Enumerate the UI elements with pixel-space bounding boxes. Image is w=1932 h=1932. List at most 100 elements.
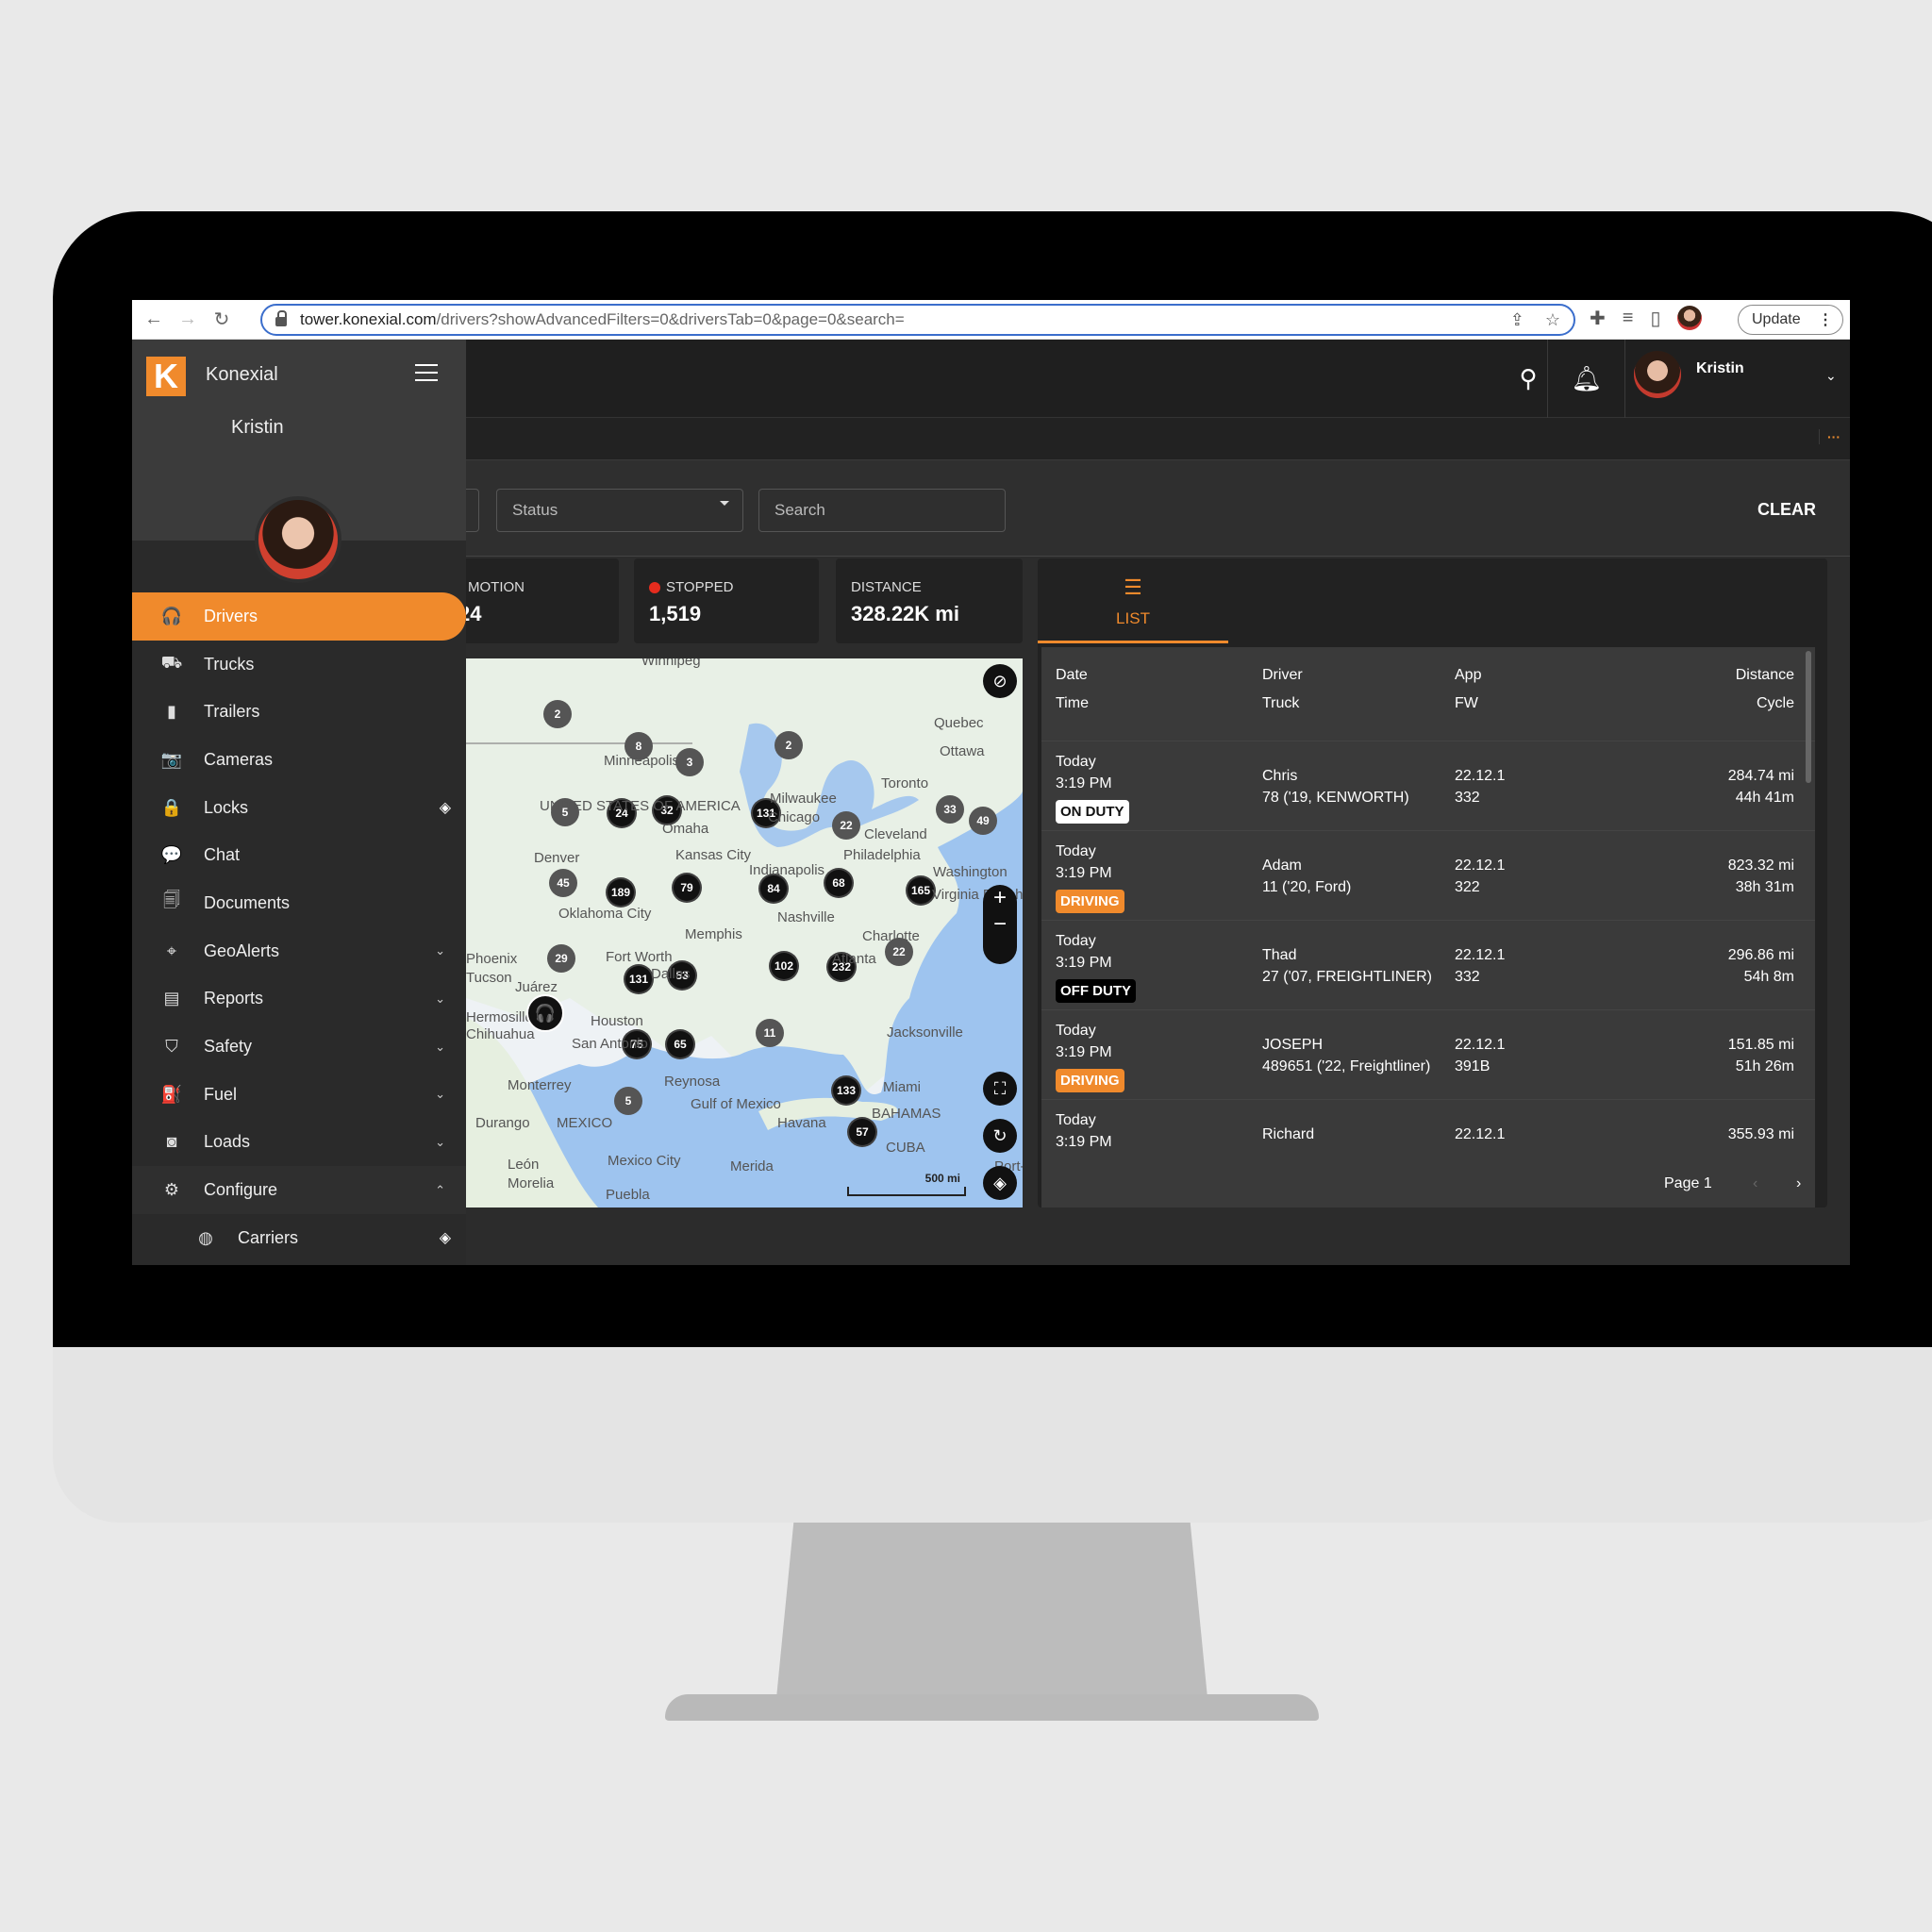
chevron-down-icon[interactable]: ⌄ (435, 991, 445, 1007)
chevron-down-icon[interactable]: ⌄ (1825, 368, 1837, 384)
bookmark-star-icon[interactable]: ☆ (1545, 310, 1560, 330)
table-row[interactable]: Today 3:19 PM DRIVING JOSEPH 489651 ('22… (1041, 1010, 1815, 1100)
row-fw: 332 (1455, 969, 1480, 985)
search-input[interactable]: Search (758, 489, 1006, 532)
fullscreen-icon[interactable]: ⛶ (983, 1072, 1017, 1106)
map-cluster[interactable]: 131 (624, 964, 654, 994)
map-cluster[interactable]: 133 (831, 1075, 861, 1106)
row-app: 22.12.1 (1455, 1037, 1506, 1053)
chevron-down-icon[interactable]: ⌄ (435, 1087, 445, 1102)
brand-name: Konexial (206, 364, 278, 385)
table-row[interactable]: Today 3:19 PM ON DUTY Chris 78 ('19, KEN… (1041, 741, 1815, 831)
extensions-icon[interactable]: ✚ (1590, 307, 1606, 330)
chevron-down-icon[interactable]: ⌄ (435, 1040, 445, 1055)
forward-icon[interactable]: → (175, 308, 200, 330)
zoom-in-button[interactable]: + (983, 885, 1017, 911)
map-base (466, 658, 1023, 1208)
row-date: Today (1056, 933, 1096, 949)
map-cluster[interactable]: 22 (832, 811, 860, 840)
stat-card-motion[interactable]: MOTION 24 (453, 558, 619, 643)
header-time[interactable]: Time (1056, 692, 1089, 714)
more-icon[interactable]: ··· (1819, 429, 1840, 444)
sidebar-item-chat[interactable]: 💬 Chat (132, 831, 466, 879)
media-queue-icon[interactable]: ≡ (1623, 308, 1634, 329)
row-driver[interactable]: Adam (1262, 855, 1302, 876)
map-cluster[interactable]: 3 (675, 748, 704, 776)
header-cycle[interactable]: Cycle (1757, 692, 1794, 714)
header-driver[interactable]: Driver (1262, 664, 1303, 686)
sidebar-item-carriers[interactable]: ◍ Carriers ◈ (132, 1214, 466, 1262)
row-driver[interactable]: Richard (1262, 1124, 1314, 1145)
sidebar-item-trucks[interactable]: ⛟ Trucks (132, 641, 466, 689)
sidebar-item-reports[interactable]: ▤ Reports ⌄ (132, 975, 466, 1024)
reload-icon[interactable]: ↻ (209, 308, 234, 331)
hamburger-menu-icon[interactable] (415, 364, 438, 381)
chevron-down-icon[interactable]: ⌄ (435, 1135, 445, 1150)
map-place-label: Philadelphia (843, 847, 921, 863)
zoom-control: + − (983, 885, 1017, 964)
map-cluster[interactable]: 33 (936, 795, 964, 824)
map-cluster[interactable]: 5 (614, 1087, 642, 1115)
map-cluster[interactable]: 11 (756, 1019, 784, 1047)
user-name[interactable]: Kristin (1696, 360, 1744, 377)
map-cluster[interactable]: 2 (774, 731, 803, 759)
prev-page-button[interactable]: ‹ (1753, 1175, 1757, 1192)
status-select[interactable]: Status (496, 489, 743, 532)
header-truck[interactable]: Truck (1262, 692, 1299, 714)
table-row[interactable]: Today 3:19 PM OFF DUTY Thad 27 ('07, FRE… (1041, 921, 1815, 1010)
next-page-button[interactable]: › (1796, 1175, 1801, 1192)
map-cluster[interactable]: 49 (969, 807, 997, 835)
header-distance[interactable]: Distance (1736, 664, 1794, 686)
chevron-down-icon[interactable]: ⌄ (435, 943, 445, 958)
sidebar-item-trailers[interactable]: ▮ Trailers (132, 688, 466, 736)
chevron-up-icon[interactable]: ⌃ (435, 1183, 445, 1198)
sidebar-avatar[interactable] (255, 496, 341, 583)
zoom-out-button[interactable]: − (983, 911, 1017, 938)
scrollbar[interactable] (1806, 651, 1811, 783)
konexial-logo[interactable]: K (146, 357, 186, 396)
bell-icon[interactable]: 🔔︎ (1547, 340, 1626, 418)
sidebar-item-drivers[interactable]: 🎧 Drivers (132, 592, 466, 641)
user-avatar[interactable] (1634, 351, 1681, 398)
row-driver[interactable]: Chris (1262, 765, 1297, 787)
layers-icon[interactable]: ◈ (983, 1166, 1017, 1200)
share-icon[interactable]: ⇪ (1510, 310, 1524, 330)
stat-card-distance[interactable]: DISTANCE 328.22K mi (836, 558, 1023, 643)
sidebar-item-loads[interactable]: ◙ Loads ⌄ (132, 1119, 466, 1167)
row-cycle: 44h 41m (1735, 790, 1794, 806)
sidebar-item-configure[interactable]: ⚙ Configure ⌃ (132, 1166, 466, 1214)
row-driver[interactable]: Thad (1262, 944, 1296, 966)
profile-avatar[interactable] (1677, 306, 1703, 330)
hide-map-icon[interactable]: ⊘ (983, 664, 1017, 698)
sidebar-item-cameras[interactable]: 📷 Cameras (132, 736, 466, 784)
clear-button[interactable]: CLEAR (1757, 500, 1816, 520)
map-cluster[interactable]: 68 (824, 868, 854, 898)
driver-marker-icon[interactable]: 🎧 (526, 994, 564, 1032)
tab-list[interactable]: ☰ LIST (1038, 558, 1228, 643)
map-cluster[interactable]: 45 (549, 869, 577, 897)
map-cluster[interactable]: 102 (769, 951, 799, 981)
map-cluster[interactable]: 189 (606, 877, 636, 908)
map[interactable]: 2 8 3 2 5 24 32 131 22 33 49 45 189 79 84 68 165 22 29 131 5… (466, 658, 1023, 1208)
map-cluster[interactable]: 29 (547, 944, 575, 973)
header-fw[interactable]: FW (1455, 692, 1478, 714)
sidebar-item-fuel[interactable]: ⛽ Fuel ⌄ (132, 1071, 466, 1119)
map-cluster[interactable]: 65 (665, 1029, 695, 1059)
map-cluster[interactable]: 2 (543, 700, 572, 728)
address-bar[interactable]: tower.konexial.com/drivers?showAdvancedF… (260, 304, 1575, 336)
refresh-icon[interactable]: ↻ (983, 1119, 1017, 1153)
update-button[interactable]: Update ⋮ (1738, 305, 1843, 335)
sidebar-item-locks[interactable]: 🔒 Locks ◈ (132, 784, 466, 832)
back-icon[interactable]: ← (142, 308, 166, 330)
map-cluster[interactable]: 79 (672, 873, 702, 903)
header-date[interactable]: Date (1056, 664, 1088, 686)
sidebar-item-safety[interactable]: ⛉ Safety ⌄ (132, 1023, 466, 1071)
sidebar-item-label: Trailers (204, 702, 260, 722)
stat-card-stopped[interactable]: STOPPED 1,519 (634, 558, 819, 643)
table-row[interactable]: Today 3:19 PM DRIVING Adam 11 ('20, Ford… (1041, 831, 1815, 921)
sidebar-item-documents[interactable]: 🗐 Documents (132, 879, 466, 927)
side-panel-icon[interactable]: ▯ (1650, 307, 1660, 330)
sidebar-item-geoalerts[interactable]: ⌖ GeoAlerts ⌄ (132, 927, 466, 975)
header-app[interactable]: App (1455, 664, 1481, 686)
row-driver[interactable]: JOSEPH (1262, 1034, 1323, 1056)
